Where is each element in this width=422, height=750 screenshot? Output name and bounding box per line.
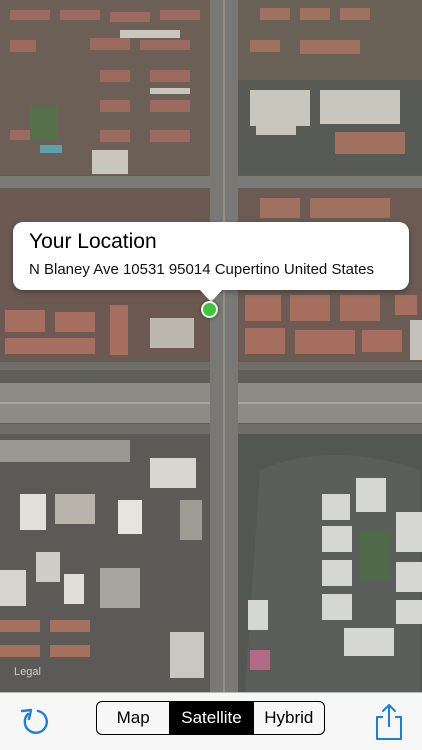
segment-hybrid[interactable]: Hybrid	[254, 702, 324, 734]
callout-address: N Blaney Ave 10531 95014 Cupertino Unite…	[29, 261, 374, 278]
satellite-map[interactable]: Your Location N Blaney Ave 10531 95014 C…	[0, 0, 422, 692]
segment-satellite[interactable]: Satellite	[170, 702, 254, 734]
map-type-segmented-control: Map Satellite Hybrid	[96, 701, 325, 735]
location-callout[interactable]: Your Location N Blaney Ave 10531 95014 C…	[13, 222, 409, 302]
segment-map[interactable]: Map	[97, 702, 171, 734]
bottom-toolbar: Map Satellite Hybrid	[0, 692, 422, 750]
legal-link[interactable]: Legal	[14, 666, 41, 678]
refresh-icon[interactable]	[18, 705, 52, 739]
callout-title: Your Location	[29, 230, 157, 253]
share-icon[interactable]	[374, 703, 404, 741]
satellite-imagery	[0, 0, 422, 692]
location-pin[interactable]	[201, 301, 218, 318]
